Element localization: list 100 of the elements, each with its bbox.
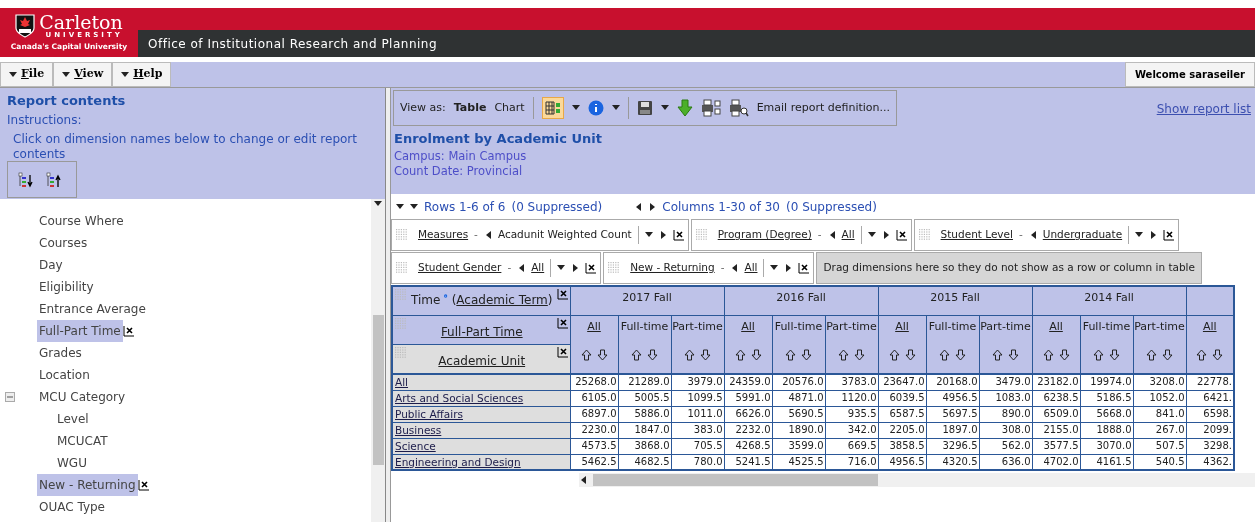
tree-item[interactable]: Entrance Average: [37, 298, 148, 320]
print-icon[interactable]: [700, 99, 721, 117]
dimension-link[interactable]: Student Level: [940, 227, 1013, 243]
next-icon[interactable]: [784, 263, 793, 273]
sort-up-icon[interactable]: [1042, 349, 1054, 361]
sort-down-icon[interactable]: [801, 349, 812, 361]
sort-up-icon[interactable]: [580, 349, 592, 361]
drag-handle-icon[interactable]: [608, 262, 621, 274]
download-icon[interactable]: [676, 99, 693, 117]
column-link[interactable]: All: [1202, 318, 1217, 335]
sort-up-icon[interactable]: [684, 349, 695, 361]
dimension-link[interactable]: New - Returning: [630, 260, 715, 276]
next-icon[interactable]: [1149, 230, 1158, 240]
sort-up-icon[interactable]: [888, 349, 900, 361]
sort-down-icon[interactable]: [1162, 349, 1173, 361]
sort-down-icon[interactable]: [955, 349, 966, 361]
remove-icon[interactable]: [137, 479, 149, 491]
column-link[interactable]: All: [1049, 318, 1063, 335]
dimension-link[interactable]: Full-Part Time: [411, 322, 553, 341]
dimension-link[interactable]: Program (Degree): [717, 227, 812, 243]
drag-handle-icon[interactable]: [395, 346, 407, 359]
tree-item[interactable]: Location: [37, 364, 92, 386]
sort-down-icon[interactable]: [700, 349, 711, 361]
drop-zone[interactable]: Drag dimensions here so they do not show as a row or column in table: [816, 252, 1202, 284]
previous-icon[interactable]: [730, 263, 739, 273]
drag-handle-icon[interactable]: [695, 229, 708, 241]
dimension-value[interactable]: All: [841, 227, 855, 243]
row-label[interactable]: All: [392, 374, 570, 390]
sort-up-icon[interactable]: [992, 349, 1003, 361]
table-view-icon[interactable]: [541, 97, 564, 119]
dimension-link[interactable]: Academic Term: [456, 291, 548, 309]
tree-item[interactable]: Level: [55, 408, 91, 430]
drag-handle-icon[interactable]: [396, 262, 408, 274]
remove-icon[interactable]: [122, 325, 134, 337]
sort-down-icon[interactable]: [1109, 349, 1120, 361]
sort-down-icon[interactable]: [596, 349, 608, 361]
sort-up-icon[interactable]: [734, 349, 746, 361]
info-icon[interactable]: [587, 100, 604, 116]
menu-button[interactable]: View: [53, 62, 113, 87]
dimension-value[interactable]: Undergraduate: [1042, 227, 1123, 243]
scrollbar-thumb[interactable]: [593, 474, 878, 486]
collapse-tree-icon[interactable]: [46, 171, 62, 188]
sort-down-icon[interactable]: [1008, 349, 1019, 361]
column-link[interactable]: All: [895, 318, 909, 335]
tree-item[interactable]: Course Where: [37, 210, 126, 232]
columns-left-icon[interactable]: [634, 201, 643, 212]
sort-up-icon[interactable]: [1093, 349, 1104, 361]
remove-icon[interactable]: [556, 317, 568, 329]
tree-item[interactable]: New - Returning: [37, 474, 138, 496]
sort-down-icon[interactable]: [647, 349, 658, 361]
previous-icon[interactable]: [517, 263, 526, 273]
info-icon[interactable]: [444, 291, 448, 301]
remove-icon[interactable]: [556, 289, 568, 300]
tree-item[interactable]: MCUCAT: [55, 430, 110, 452]
remove-icon[interactable]: [798, 262, 810, 274]
print-preview-icon[interactable]: [728, 99, 749, 117]
expand-tree-icon[interactable]: [18, 171, 34, 188]
sort-up-icon[interactable]: [631, 349, 642, 361]
remove-icon[interactable]: [556, 346, 568, 358]
tree-item[interactable]: Courses: [37, 232, 90, 254]
dimension-link[interactable]: Academic Unit: [411, 351, 553, 370]
menu-button[interactable]: Help: [112, 62, 172, 87]
tree-item[interactable]: WGU: [55, 452, 89, 474]
tree-item[interactable]: Eligibility: [37, 276, 96, 298]
dimension-link[interactable]: Student Gender: [418, 260, 502, 276]
next-icon[interactable]: [571, 263, 580, 273]
sort-down-icon[interactable]: [854, 349, 865, 361]
scrollbar[interactable]: [371, 199, 385, 522]
view-option[interactable]: Chart: [494, 99, 525, 117]
view-option[interactable]: Table: [453, 99, 487, 117]
column-link[interactable]: All: [741, 318, 755, 335]
column-link[interactable]: All: [587, 318, 601, 335]
drag-handle-icon[interactable]: [395, 289, 407, 301]
sort-down-icon[interactable]: [750, 349, 762, 361]
tree-item[interactable]: Full-Part Time: [37, 320, 123, 342]
scrollbar-thumb[interactable]: [372, 315, 384, 465]
scroll-left-icon[interactable]: [579, 475, 587, 485]
drag-handle-icon[interactable]: [396, 229, 408, 241]
sort-down-icon[interactable]: [904, 349, 916, 361]
next-icon[interactable]: [881, 230, 890, 240]
tree-item[interactable]: Grades: [37, 342, 84, 364]
save-icon[interactable]: [636, 100, 653, 116]
dimension-value[interactable]: Acadunit Weighted Count: [497, 227, 632, 243]
email-button[interactable]: Email report definition...: [756, 99, 890, 117]
sort-up-icon[interactable]: [785, 349, 796, 361]
sort-down-icon[interactable]: [1212, 349, 1224, 361]
sort-up-icon[interactable]: [939, 349, 950, 361]
dimension-value[interactable]: All: [531, 260, 545, 276]
sort-up-icon[interactable]: [1196, 349, 1208, 361]
columns-right-icon[interactable]: [648, 201, 657, 212]
dimension-value[interactable]: All: [744, 260, 758, 276]
sort-up-icon[interactable]: [1146, 349, 1157, 361]
show-report-list-link[interactable]: Show report list: [1156, 100, 1251, 118]
drag-handle-icon[interactable]: [395, 317, 407, 330]
remove-icon[interactable]: [672, 229, 684, 241]
next-icon[interactable]: [658, 230, 667, 240]
tree-item[interactable]: Day: [37, 254, 65, 276]
sort-down-icon[interactable]: [1058, 349, 1070, 361]
drag-handle-icon[interactable]: [918, 229, 931, 241]
dimension-link[interactable]: Measures: [418, 227, 469, 243]
